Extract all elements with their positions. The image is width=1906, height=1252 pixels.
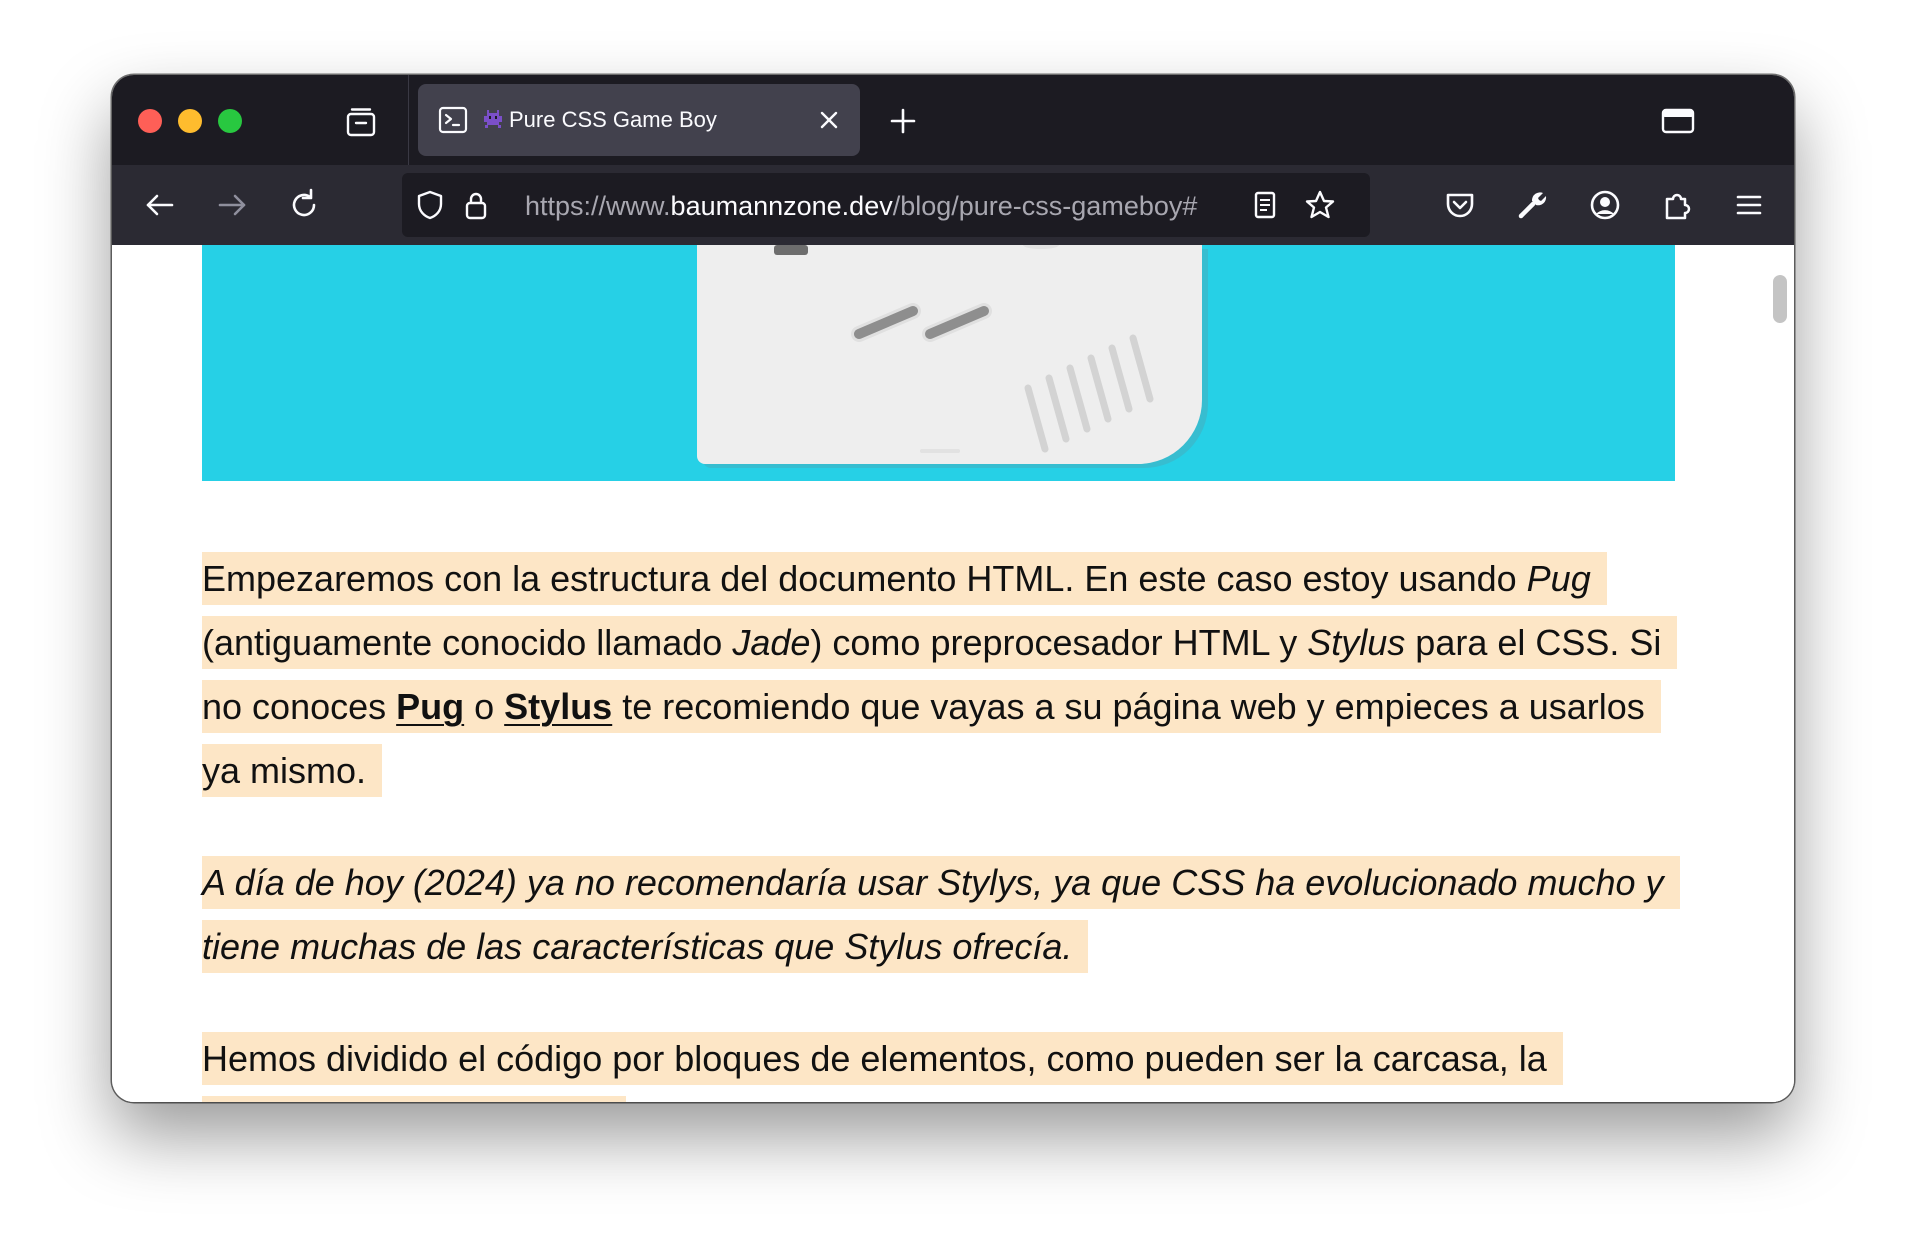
stylus-italic: Stylus	[1307, 622, 1406, 663]
jade-italic: Jade	[732, 622, 811, 663]
plus-icon[interactable]	[888, 106, 918, 136]
minimize-window-button[interactable]	[178, 109, 202, 133]
paragraph-intro: Empezaremos con la estructura del docume…	[202, 547, 1682, 803]
navigation-toolbar: https://www.baumannzone.dev/blog/pure-cs…	[112, 165, 1794, 245]
browser-window: Pure CSS Game Boy https://www.baumannzon…	[112, 75, 1794, 1102]
paragraph-note-2024: A día de hoy (2024) ya no recomendaría u…	[202, 851, 1682, 979]
reload-icon[interactable]	[286, 187, 322, 223]
screenshot-stage: Pure CSS Game Boy https://www.baumannzon…	[0, 0, 1906, 1252]
url-scheme: https://www.	[525, 191, 671, 221]
window-icon[interactable]	[1660, 106, 1696, 136]
zoom-window-button[interactable]	[218, 109, 242, 133]
hamburger-menu-icon[interactable]	[1731, 187, 1767, 223]
intro-text-5: o	[464, 686, 505, 727]
tab-strip-divider	[408, 75, 409, 165]
paragraph-code-blocks: Hemos dividido el código por bloques de …	[202, 1027, 1682, 1102]
alien-monster-emoji	[484, 110, 502, 128]
tab-title: Pure CSS Game Boy	[509, 107, 717, 132]
scrollbar-thumb[interactable]	[1773, 275, 1787, 323]
pug-italic: Pug	[1526, 558, 1591, 599]
pocket-icon[interactable]	[1442, 187, 1478, 223]
url-fade	[1202, 173, 1242, 237]
intro-text-2: (antiguamente conocido llamado	[202, 622, 733, 663]
page-viewport[interactable]: Empezaremos con la estructura del docume…	[112, 245, 1794, 1102]
highlighted-text: Empezaremos con la estructura del docume…	[202, 552, 1678, 797]
stylus-link[interactable]: Stylus	[504, 686, 612, 727]
close-window-button[interactable]	[138, 109, 162, 133]
intro-text-1: Empezaremos con la estructura del docume…	[202, 558, 1527, 599]
address-bar[interactable]: https://www.baumannzone.dev/blog/pure-cs…	[402, 173, 1370, 237]
pug-link[interactable]: Pug	[396, 686, 464, 727]
shield-icon[interactable]	[414, 189, 446, 221]
active-tab[interactable]: Pure CSS Game Boy	[418, 84, 860, 156]
arrow-left-icon[interactable]	[142, 187, 178, 223]
scrollbar-track[interactable]	[1768, 245, 1794, 1102]
terminal-icon	[438, 106, 468, 134]
reader-view-icon[interactable]	[1249, 189, 1281, 221]
arrow-right-icon[interactable]	[214, 187, 250, 223]
url-domain: baumannzone.dev	[670, 191, 893, 221]
account-icon[interactable]	[1587, 187, 1623, 223]
code-blocks-text: Hemos dividido el código por bloques de …	[202, 1032, 1563, 1102]
puzzle-icon[interactable]	[1659, 187, 1695, 223]
gameboy-hero-image	[202, 245, 1675, 481]
intro-text-3: ) como preprocesador HTML y	[810, 622, 1308, 663]
star-icon[interactable]	[1304, 189, 1336, 221]
url-text[interactable]: https://www.baumannzone.dev/blog/pure-cs…	[525, 190, 1233, 222]
tab-strip: Pure CSS Game Boy	[112, 75, 1794, 165]
tab-overview-icon[interactable]	[344, 105, 378, 139]
lock-icon[interactable]	[460, 189, 492, 221]
gameboy-illustration	[697, 245, 1208, 468]
wrench-icon[interactable]	[1514, 187, 1550, 223]
article-body: Empezaremos con la estructura del docume…	[202, 547, 1682, 1102]
close-icon[interactable]	[815, 106, 843, 134]
note-2024-text: A día de hoy (2024) ya no recomendaría u…	[202, 856, 1680, 973]
url-path: /blog/pure-css-gameboy#	[892, 191, 1198, 221]
